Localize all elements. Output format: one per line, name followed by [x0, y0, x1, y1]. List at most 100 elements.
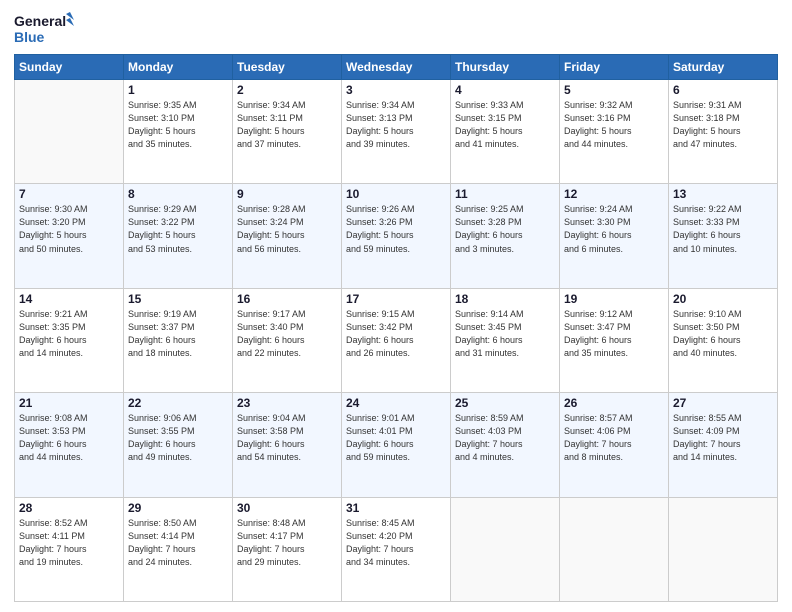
day-info: Sunrise: 9:15 AM Sunset: 3:42 PM Dayligh…: [346, 308, 446, 360]
day-info: Sunrise: 9:08 AM Sunset: 3:53 PM Dayligh…: [19, 412, 119, 464]
day-info: Sunrise: 9:34 AM Sunset: 3:13 PM Dayligh…: [346, 99, 446, 151]
day-number: 17: [346, 292, 446, 306]
calendar-cell: 3 Sunrise: 9:34 AM Sunset: 3:13 PM Daylig…: [342, 80, 451, 184]
weekday-header-row: SundayMondayTuesdayWednesdayThursdayFrid…: [15, 55, 778, 80]
calendar-cell: 29 Sunrise: 8:50 AM Sunset: 4:14 PM Dayli…: [124, 497, 233, 601]
day-number: 10: [346, 187, 446, 201]
calendar-cell: 28 Sunrise: 8:52 AM Sunset: 4:11 PM Dayli…: [15, 497, 124, 601]
day-number: 7: [19, 187, 119, 201]
day-info: Sunrise: 8:45 AM Sunset: 4:20 PM Dayligh…: [346, 517, 446, 569]
day-info: Sunrise: 8:57 AM Sunset: 4:06 PM Dayligh…: [564, 412, 664, 464]
day-info: Sunrise: 9:35 AM Sunset: 3:10 PM Dayligh…: [128, 99, 228, 151]
day-info: Sunrise: 9:17 AM Sunset: 3:40 PM Dayligh…: [237, 308, 337, 360]
calendar-cell: [15, 80, 124, 184]
calendar-cell: 2 Sunrise: 9:34 AM Sunset: 3:11 PM Daylig…: [233, 80, 342, 184]
calendar-cell: 24Sunrise: 9:01 AM Sunset: 4:01 PM Dayli…: [342, 393, 451, 497]
weekday-monday: Monday: [124, 55, 233, 80]
day-number: 8: [128, 187, 228, 201]
calendar-cell: 4 Sunrise: 9:33 AM Sunset: 3:15 PM Daylig…: [451, 80, 560, 184]
day-info: Sunrise: 9:24 AM Sunset: 3:30 PM Dayligh…: [564, 203, 664, 255]
day-number: 6: [673, 83, 773, 97]
calendar-cell: 11 Sunrise: 9:25 AM Sunset: 3:28 PM Dayli…: [451, 184, 560, 288]
weekday-sunday: Sunday: [15, 55, 124, 80]
day-number: 1: [128, 83, 228, 97]
day-info: Sunrise: 9:21 AM Sunset: 3:35 PM Dayligh…: [19, 308, 119, 360]
day-number: 11: [455, 187, 555, 201]
day-info: Sunrise: 9:01 AM Sunset: 4:01 PM Dayligh…: [346, 412, 446, 464]
day-number: 4: [455, 83, 555, 97]
day-info: Sunrise: 9:06 AM Sunset: 3:55 PM Dayligh…: [128, 412, 228, 464]
day-number: 20: [673, 292, 773, 306]
day-info: Sunrise: 9:33 AM Sunset: 3:15 PM Dayligh…: [455, 99, 555, 151]
calendar-table: SundayMondayTuesdayWednesdayThursdayFrid…: [14, 54, 778, 602]
logo: General Blue: [14, 10, 74, 48]
calendar-week-4: 28 Sunrise: 8:52 AM Sunset: 4:11 PM Dayli…: [15, 497, 778, 601]
logo-svg: General Blue: [14, 10, 74, 48]
calendar-cell: 6 Sunrise: 9:31 AM Sunset: 3:18 PM Daylig…: [669, 80, 778, 184]
calendar-cell: 19 Sunrise: 9:12 AM Sunset: 3:47 PM Dayli…: [560, 288, 669, 392]
calendar-cell: 20Sunrise: 9:10 AM Sunset: 3:50 PM Dayli…: [669, 288, 778, 392]
weekday-saturday: Saturday: [669, 55, 778, 80]
calendar-cell: 8Sunrise: 9:29 AM Sunset: 3:22 PM Daylig…: [124, 184, 233, 288]
day-info: Sunrise: 9:25 AM Sunset: 3:28 PM Dayligh…: [455, 203, 555, 255]
calendar-cell: 15Sunrise: 9:19 AM Sunset: 3:37 PM Dayli…: [124, 288, 233, 392]
day-info: Sunrise: 9:14 AM Sunset: 3:45 PM Dayligh…: [455, 308, 555, 360]
calendar-cell: 10Sunrise: 9:26 AM Sunset: 3:26 PM Dayli…: [342, 184, 451, 288]
day-number: 27: [673, 396, 773, 410]
day-number: 26: [564, 396, 664, 410]
day-number: 16: [237, 292, 337, 306]
day-number: 21: [19, 396, 119, 410]
calendar-cell: 7 Sunrise: 9:30 AM Sunset: 3:20 PM Daylig…: [15, 184, 124, 288]
day-info: Sunrise: 9:12 AM Sunset: 3:47 PM Dayligh…: [564, 308, 664, 360]
day-number: 12: [564, 187, 664, 201]
calendar-cell: 21 Sunrise: 9:08 AM Sunset: 3:53 PM Dayli…: [15, 393, 124, 497]
calendar-cell: [560, 497, 669, 601]
day-info: Sunrise: 8:48 AM Sunset: 4:17 PM Dayligh…: [237, 517, 337, 569]
day-number: 18: [455, 292, 555, 306]
day-info: Sunrise: 8:52 AM Sunset: 4:11 PM Dayligh…: [19, 517, 119, 569]
day-info: Sunrise: 9:22 AM Sunset: 3:33 PM Dayligh…: [673, 203, 773, 255]
weekday-friday: Friday: [560, 55, 669, 80]
header: General Blue: [14, 10, 778, 48]
calendar-cell: 18 Sunrise: 9:14 AM Sunset: 3:45 PM Dayli…: [451, 288, 560, 392]
calendar-cell: 16 Sunrise: 9:17 AM Sunset: 3:40 PM Dayli…: [233, 288, 342, 392]
day-info: Sunrise: 9:04 AM Sunset: 3:58 PM Dayligh…: [237, 412, 337, 464]
day-info: Sunrise: 9:32 AM Sunset: 3:16 PM Dayligh…: [564, 99, 664, 151]
day-number: 3: [346, 83, 446, 97]
day-number: 28: [19, 501, 119, 515]
calendar-cell: 26 Sunrise: 8:57 AM Sunset: 4:06 PM Dayli…: [560, 393, 669, 497]
calendar-cell: [451, 497, 560, 601]
calendar-week-2: 14 Sunrise: 9:21 AM Sunset: 3:35 PM Dayli…: [15, 288, 778, 392]
calendar-cell: 27 Sunrise: 8:55 AM Sunset: 4:09 PM Dayli…: [669, 393, 778, 497]
calendar-cell: 31 Sunrise: 8:45 AM Sunset: 4:20 PM Dayli…: [342, 497, 451, 601]
day-info: Sunrise: 8:59 AM Sunset: 4:03 PM Dayligh…: [455, 412, 555, 464]
day-info: Sunrise: 8:50 AM Sunset: 4:14 PM Dayligh…: [128, 517, 228, 569]
calendar-cell: 13 Sunrise: 9:22 AM Sunset: 3:33 PM Dayli…: [669, 184, 778, 288]
day-number: 13: [673, 187, 773, 201]
day-number: 30: [237, 501, 337, 515]
day-number: 9: [237, 187, 337, 201]
svg-text:Blue: Blue: [14, 29, 45, 45]
day-number: 31: [346, 501, 446, 515]
calendar-week-3: 21 Sunrise: 9:08 AM Sunset: 3:53 PM Dayli…: [15, 393, 778, 497]
day-info: Sunrise: 9:31 AM Sunset: 3:18 PM Dayligh…: [673, 99, 773, 151]
day-number: 25: [455, 396, 555, 410]
day-info: Sunrise: 8:55 AM Sunset: 4:09 PM Dayligh…: [673, 412, 773, 464]
day-number: 19: [564, 292, 664, 306]
day-number: 14: [19, 292, 119, 306]
day-number: 23: [237, 396, 337, 410]
calendar-cell: 22 Sunrise: 9:06 AM Sunset: 3:55 PM Dayli…: [124, 393, 233, 497]
day-info: Sunrise: 9:28 AM Sunset: 3:24 PM Dayligh…: [237, 203, 337, 255]
day-number: 5: [564, 83, 664, 97]
calendar-cell: 9 Sunrise: 9:28 AM Sunset: 3:24 PM Daylig…: [233, 184, 342, 288]
day-info: Sunrise: 9:30 AM Sunset: 3:20 PM Dayligh…: [19, 203, 119, 255]
calendar-cell: 14 Sunrise: 9:21 AM Sunset: 3:35 PM Dayli…: [15, 288, 124, 392]
calendar-cell: 12 Sunrise: 9:24 AM Sunset: 3:30 PM Dayli…: [560, 184, 669, 288]
day-number: 2: [237, 83, 337, 97]
day-number: 15: [128, 292, 228, 306]
calendar-cell: 25 Sunrise: 8:59 AM Sunset: 4:03 PM Dayli…: [451, 393, 560, 497]
day-number: 29: [128, 501, 228, 515]
day-info: Sunrise: 9:34 AM Sunset: 3:11 PM Dayligh…: [237, 99, 337, 151]
calendar-cell: [669, 497, 778, 601]
day-number: 22: [128, 396, 228, 410]
